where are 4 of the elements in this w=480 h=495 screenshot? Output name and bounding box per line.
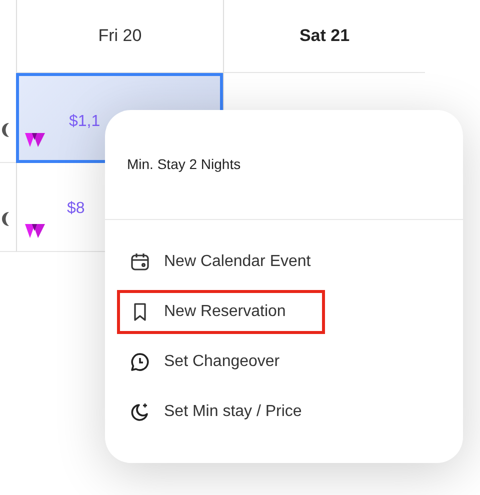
min-stay-label: Min. Stay 2 Nights (127, 155, 241, 174)
day-header: Sat 21 (223, 0, 425, 73)
price-label: $1,1 (69, 112, 100, 132)
price-label: $8 (67, 199, 85, 219)
